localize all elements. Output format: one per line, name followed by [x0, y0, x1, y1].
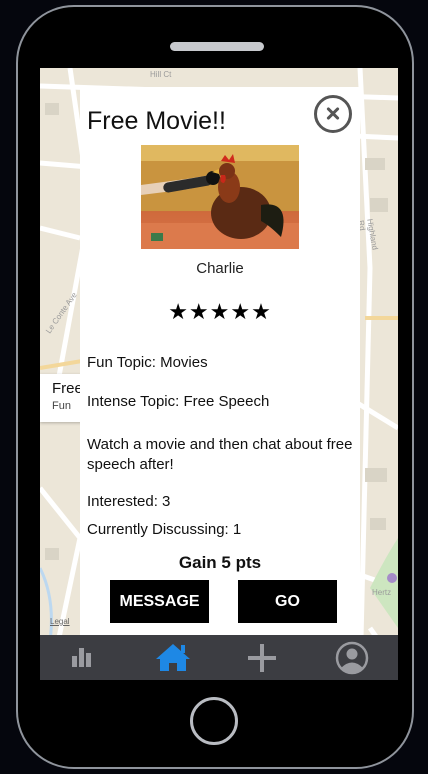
close-icon[interactable] [314, 95, 352, 133]
preview-subtitle: Fun [52, 400, 71, 412]
map-legal-link[interactable]: Legal [50, 617, 70, 626]
interested-count: Interested: 3 [87, 493, 171, 510]
rooster-microphone-image [141, 145, 299, 249]
plus-icon [248, 644, 276, 672]
app-screen: Hill Ct Highland Rd Le Conte Ave Hertz L… [40, 68, 398, 680]
tab-profile[interactable] [322, 635, 382, 680]
bar-chart-icon [72, 648, 91, 667]
tab-home[interactable] [143, 635, 203, 680]
tab-stats[interactable] [53, 635, 113, 680]
go-button[interactable]: GO [238, 580, 337, 623]
home-icon [156, 644, 190, 671]
host-photo [141, 145, 299, 249]
message-button[interactable]: MESSAGE [110, 580, 209, 623]
event-description: Watch a movie and then chat about free s… [87, 436, 353, 473]
map-street-label: Hill Ct [150, 70, 172, 79]
intense-topic: Intense Topic: Free Speech [87, 393, 270, 410]
preview-title: Free [52, 380, 83, 397]
phone-home-button[interactable] [190, 697, 238, 745]
phone-speaker [170, 42, 264, 51]
fun-topic: Fun Topic: Movies [87, 354, 208, 371]
star-rating: ★★★★★ [168, 299, 272, 324]
map-poi-label: Hertz [372, 588, 392, 597]
profile-icon [335, 641, 369, 675]
points-reward: Gain 5 pts [178, 553, 262, 572]
host-name: Charlie [196, 260, 244, 277]
bottom-tab-bar [40, 635, 398, 680]
tab-create[interactable] [232, 635, 292, 680]
event-title: Free Movie!! [87, 107, 226, 135]
event-detail-modal: Free Movie!! Charlie ★★★★★ Fun Topic: Mo… [80, 87, 360, 637]
discussing-count: Currently Discussing: 1 [87, 521, 242, 538]
